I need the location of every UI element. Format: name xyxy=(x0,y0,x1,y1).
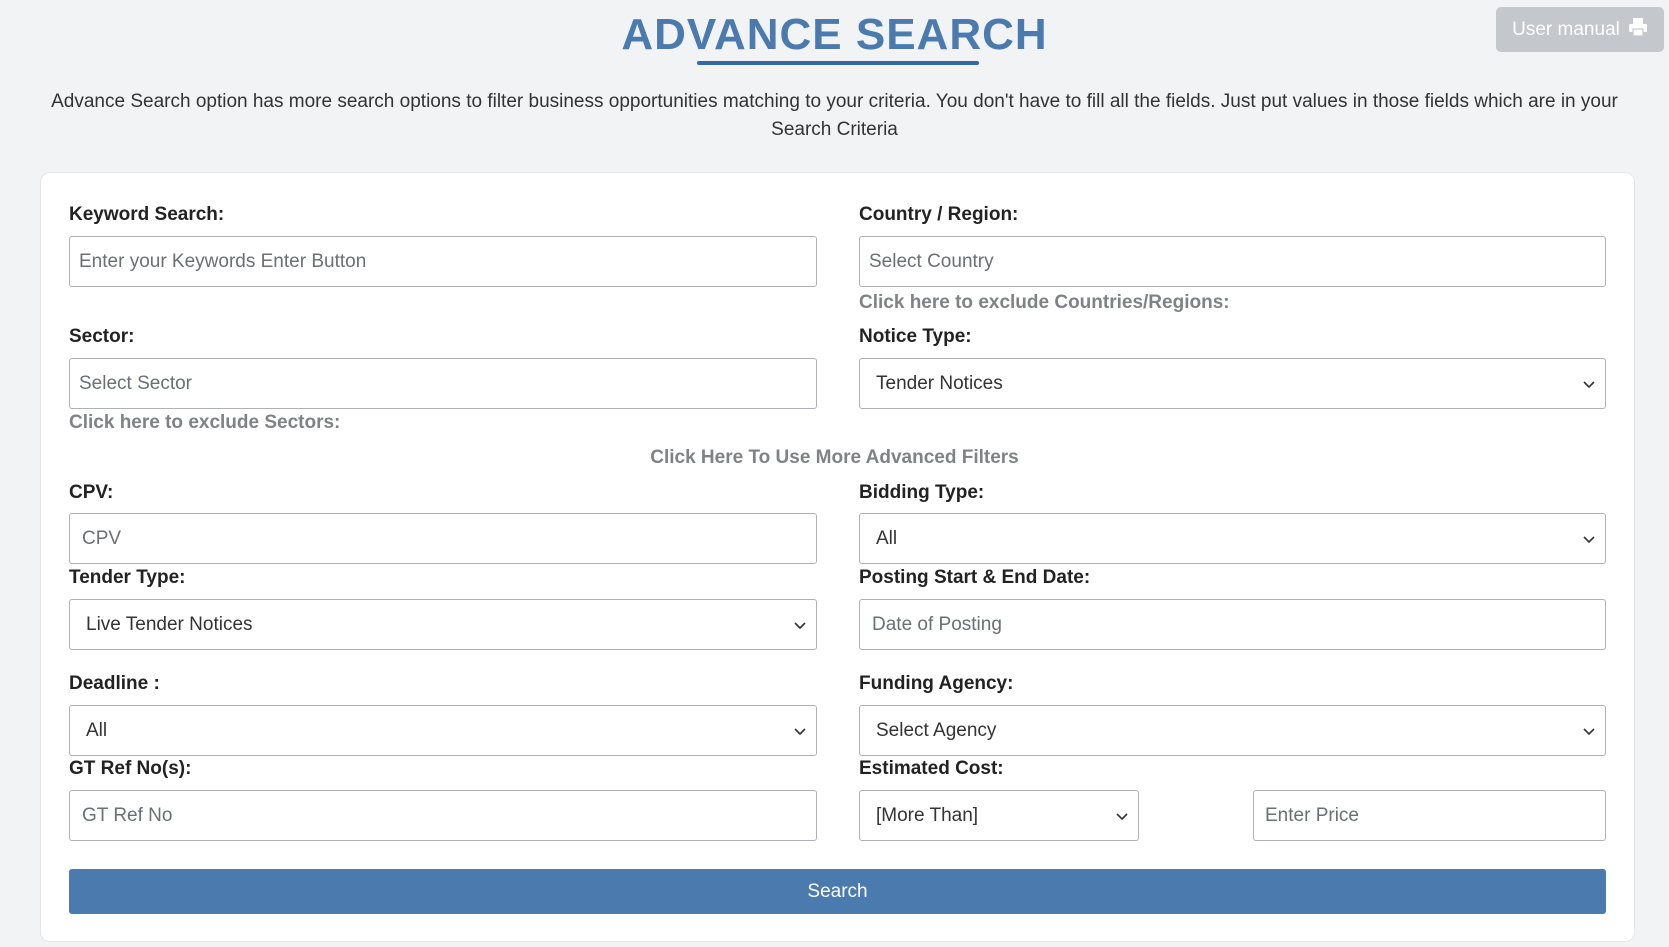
bidding-type-value: All xyxy=(876,527,898,549)
estimated-cost-operator-value: [More Than] xyxy=(876,804,979,826)
keyword-field[interactable] xyxy=(69,236,817,287)
posting-date-input[interactable] xyxy=(869,600,1605,649)
country-label: Country / Region: xyxy=(859,204,1019,225)
gt-ref-label: GT Ref No(s): xyxy=(69,758,192,779)
estimated-cost-label: Estimated Cost: xyxy=(859,758,1004,779)
country-input[interactable] xyxy=(869,237,1605,286)
page-title: ADVANCE SEARCH xyxy=(621,10,1048,59)
estimated-cost-operator-select[interactable]: [More Than] xyxy=(859,790,1139,841)
chevron-down-icon xyxy=(794,622,806,630)
keyword-input[interactable] xyxy=(79,237,816,286)
funding-agency-select[interactable]: Select Agency xyxy=(859,705,1606,756)
cpv-field[interactable] xyxy=(69,513,817,564)
bidding-type-select[interactable]: All xyxy=(859,513,1606,564)
notice-type-select[interactable]: Tender Notices xyxy=(859,358,1606,409)
sector-label: Sector: xyxy=(69,326,135,347)
country-field[interactable] xyxy=(859,236,1606,287)
cpv-input[interactable] xyxy=(79,514,816,563)
bidding-type-label: Bidding Type: xyxy=(859,482,985,503)
user-manual-label: User manual xyxy=(1512,18,1620,40)
gt-ref-field[interactable] xyxy=(69,790,817,841)
intro-text: Advance Search option has more search op… xyxy=(51,91,1618,140)
price-field[interactable] xyxy=(1253,790,1606,841)
keyword-label: Keyword Search: xyxy=(69,204,225,225)
search-button[interactable]: Search xyxy=(69,869,1606,914)
sector-field[interactable] xyxy=(69,358,817,409)
tender-type-value: Live Tender Notices xyxy=(86,613,253,635)
notice-type-label: Notice Type: xyxy=(859,326,972,347)
price-input[interactable] xyxy=(1263,791,1605,840)
cpv-label: CPV: xyxy=(69,482,114,503)
exclude-sectors-link[interactable]: Click here to exclude Sectors: xyxy=(69,412,340,434)
more-advanced-filters-link[interactable]: Click Here To Use More Advanced Filters xyxy=(0,447,1669,469)
printer-icon xyxy=(1628,17,1648,43)
posting-date-label: Posting Start & End Date: xyxy=(859,567,1091,588)
chevron-down-icon xyxy=(1583,381,1595,389)
chevron-down-icon xyxy=(1583,728,1595,736)
funding-agency-value: Select Agency xyxy=(876,719,997,741)
chevron-down-icon xyxy=(1116,813,1128,821)
gt-ref-input[interactable] xyxy=(79,791,816,840)
chevron-down-icon xyxy=(794,728,806,736)
deadline-select[interactable]: All xyxy=(69,705,817,756)
exclude-countries-link[interactable]: Click here to exclude Countries/Regions: xyxy=(859,292,1230,314)
user-manual-button[interactable]: User manual xyxy=(1496,7,1664,52)
deadline-value: All xyxy=(86,719,108,741)
sector-input[interactable] xyxy=(79,359,816,408)
tender-type-label: Tender Type: xyxy=(69,567,186,588)
deadline-label: Deadline : xyxy=(69,673,160,694)
title-underline xyxy=(697,61,979,65)
funding-agency-label: Funding Agency: xyxy=(859,673,1014,694)
chevron-down-icon xyxy=(1583,536,1595,544)
tender-type-select[interactable]: Live Tender Notices xyxy=(69,599,817,650)
posting-date-field[interactable] xyxy=(859,599,1606,650)
notice-type-value: Tender Notices xyxy=(876,372,1003,394)
